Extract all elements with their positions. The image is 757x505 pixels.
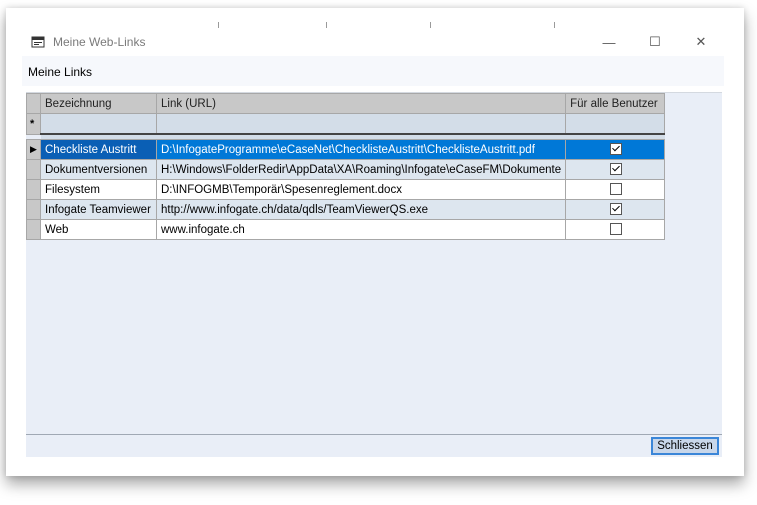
link-url-cell[interactable]: D:\InfogateProgramme\eCaseNet\Checkliste…: [155, 139, 567, 160]
new-row-name-cell[interactable]: [40, 113, 157, 135]
menu-label: Meine Links: [28, 65, 93, 79]
link-url-cell[interactable]: http://www.infogate.ch/data/qdls/TeamVie…: [155, 199, 567, 220]
all-users-cell[interactable]: [565, 199, 666, 220]
links-panel: Bezeichnung Link (URL) Für alle Benutzer…: [26, 92, 722, 435]
new-row-url-cell[interactable]: [155, 113, 567, 135]
all-users-cell[interactable]: [565, 179, 666, 200]
link-name-cell[interactable]: Dokumentversionen: [40, 159, 157, 180]
all-users-cell[interactable]: [565, 139, 666, 160]
all-users-checkbox[interactable]: [610, 183, 623, 196]
row-header: [26, 219, 41, 240]
link-url-cell[interactable]: D:\INFOGMB\Temporär\Spesenreglement.docx: [155, 179, 567, 200]
title-bar[interactable]: Meine Web-Links — ☐ ✕: [22, 28, 724, 56]
all-users-cell[interactable]: [565, 219, 666, 240]
minimize-button[interactable]: —: [586, 28, 632, 56]
web-links-window: Meine Web-Links — ☐ ✕ Meine Links Bezeic…: [22, 28, 724, 458]
link-name-cell[interactable]: Filesystem: [40, 179, 157, 200]
link-name-cell[interactable]: Web: [40, 219, 157, 240]
parent-window-strip: [22, 8, 724, 29]
column-header-all-users[interactable]: Für alle Benutzer: [565, 93, 666, 114]
menu-bar: Meine Links: [22, 56, 724, 86]
all-users-checkbox[interactable]: [610, 163, 623, 176]
new-row-marker: *: [26, 113, 41, 135]
column-header-url[interactable]: Link (URL): [155, 93, 567, 114]
button-bar: Schliessen: [26, 434, 722, 457]
all-users-cell[interactable]: [565, 159, 666, 180]
maximize-button[interactable]: ☐: [632, 28, 678, 56]
new-row[interactable]: *: [26, 113, 666, 135]
close-window-button[interactable]: ✕: [678, 28, 724, 56]
link-url-cell[interactable]: www.infogate.ch: [155, 219, 567, 240]
window-title: Meine Web-Links: [53, 35, 146, 49]
new-row-all-users-cell[interactable]: [565, 113, 666, 135]
table-row[interactable]: Infogate Teamviewer http://www.infogate.…: [26, 199, 666, 220]
table-row[interactable]: Web www.infogate.ch: [26, 219, 666, 240]
link-name-cell[interactable]: Infogate Teamviewer: [40, 199, 157, 220]
row-header: [26, 159, 41, 180]
link-url-cell[interactable]: H:\Windows\FolderRedir\AppData\XA\Roamin…: [155, 159, 567, 180]
table-row[interactable]: Filesystem D:\INFOGMB\Temporär\Spesenreg…: [26, 179, 666, 200]
links-grid: Bezeichnung Link (URL) Für alle Benutzer…: [26, 93, 666, 240]
app-icon: [31, 35, 45, 49]
column-header-name[interactable]: Bezeichnung: [40, 93, 157, 114]
table-row[interactable]: Dokumentversionen H:\Windows\FolderRedir…: [26, 159, 666, 180]
row-header-corner: [26, 93, 41, 114]
all-users-checkbox[interactable]: [610, 223, 623, 236]
row-header: [26, 199, 41, 220]
all-users-checkbox[interactable]: [610, 203, 623, 216]
grid-header-row: Bezeichnung Link (URL) Für alle Benutzer: [26, 93, 666, 114]
row-header: [26, 179, 41, 200]
current-row-marker: ▶: [26, 139, 41, 160]
link-name-cell[interactable]: Checkliste Austritt: [40, 139, 157, 160]
table-row[interactable]: ▶ Checkliste Austritt D:\InfogateProgram…: [26, 139, 666, 160]
all-users-checkbox[interactable]: [610, 143, 623, 156]
close-button[interactable]: Schliessen: [651, 437, 719, 455]
